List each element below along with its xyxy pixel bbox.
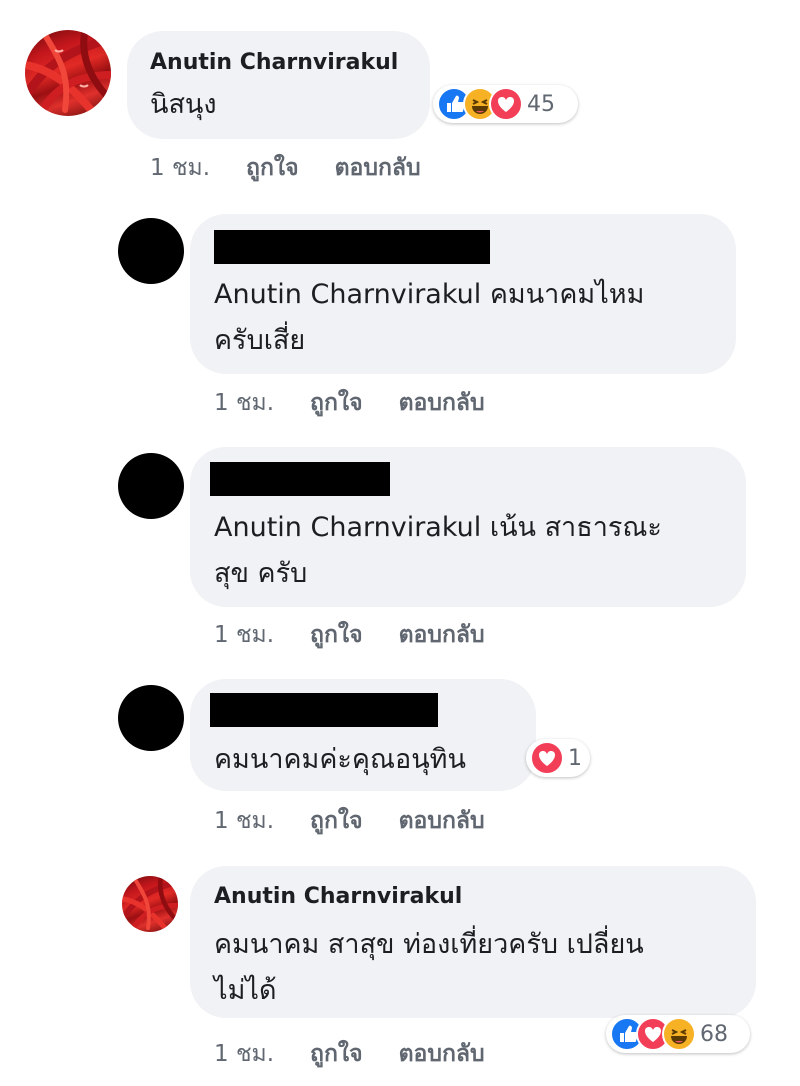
like-button[interactable]: ถูกใจ (246, 150, 299, 186)
chili-peppers-image (25, 30, 111, 116)
reply-button[interactable]: ตอบกลับ (399, 803, 485, 839)
comment-actions: 1 ชม. ถูกใจ ตอบกลับ (214, 617, 485, 653)
timestamp[interactable]: 1 ชม. (214, 385, 274, 421)
timestamp[interactable]: 1 ชม. (214, 617, 274, 653)
comment-text: Anutin Charnvirakul คมนาคมไหม ครับเสี่ย (214, 272, 644, 364)
comment-text: คมนาคม สาสุข ท่องเที่ยวครับ เปลี่ยน ไม่ไ… (214, 922, 644, 1014)
comment-text-line: Anutin Charnvirakul คมนาคมไหม (214, 279, 645, 310)
redacted-name (210, 693, 438, 727)
comment-text: นิสนุง (150, 89, 217, 120)
author-name[interactable]: Anutin Charnvirakul (150, 50, 398, 75)
reply-button[interactable]: ตอบกลับ (335, 150, 421, 186)
avatar[interactable] (118, 685, 184, 751)
like-button[interactable]: ถูกใจ (310, 617, 363, 653)
redacted-name (214, 230, 490, 264)
reaction-count: 45 (527, 91, 555, 117)
avatar[interactable] (122, 876, 178, 932)
haha-icon (662, 1017, 696, 1051)
chili-peppers-image (122, 876, 178, 932)
comment-text: คมนาคมค่ะคุณอนุทิน (214, 744, 466, 775)
comment-text-line: คมนาคม สาสุข ท่องเที่ยวครับ เปลี่ยน (214, 929, 644, 960)
comment-text-line: Anutin Charnvirakul เน้น สาธารณะ (214, 512, 662, 543)
comment-actions: 1 ชม. ถูกใจ ตอบกลับ (214, 803, 485, 839)
redacted-name (210, 462, 390, 496)
like-button[interactable]: ถูกใจ (310, 803, 363, 839)
author-name[interactable]: Anutin Charnvirakul (214, 884, 462, 909)
reply-button[interactable]: ตอบกลับ (399, 385, 485, 421)
timestamp[interactable]: 1 ชม. (150, 150, 210, 186)
comment-text-line: ครับเสี่ย (214, 325, 306, 356)
avatar[interactable] (118, 453, 184, 519)
reply-button[interactable]: ตอบกลับ (399, 1036, 485, 1072)
reaction-count: 68 (700, 1021, 728, 1047)
avatar[interactable] (118, 218, 184, 284)
reaction-summary[interactable]: 1 (526, 739, 590, 777)
like-button[interactable]: ถูกใจ (310, 385, 363, 421)
comment-text-line: ไม่ได้ (214, 975, 277, 1006)
timestamp[interactable]: 1 ชม. (214, 1036, 274, 1072)
like-button[interactable]: ถูกใจ (310, 1036, 363, 1072)
reaction-summary[interactable]: 45 (433, 85, 578, 123)
avatar[interactable] (25, 30, 111, 116)
comment-actions: 1 ชม. ถูกใจ ตอบกลับ (214, 1036, 485, 1072)
love-icon (489, 87, 523, 121)
comment-actions: 1 ชม. ถูกใจ ตอบกลับ (214, 385, 485, 421)
timestamp[interactable]: 1 ชม. (214, 803, 274, 839)
reply-button[interactable]: ตอบกลับ (399, 617, 485, 653)
comment-text: Anutin Charnvirakul เน้น สาธารณะ สุข ครั… (214, 505, 662, 597)
love-icon (530, 741, 564, 775)
comment-text-line: สุข ครับ (214, 558, 308, 589)
comment-actions: 1 ชม. ถูกใจ ตอบกลับ (150, 150, 421, 186)
reaction-summary[interactable]: 68 (606, 1015, 750, 1053)
reaction-count: 1 (568, 745, 582, 771)
